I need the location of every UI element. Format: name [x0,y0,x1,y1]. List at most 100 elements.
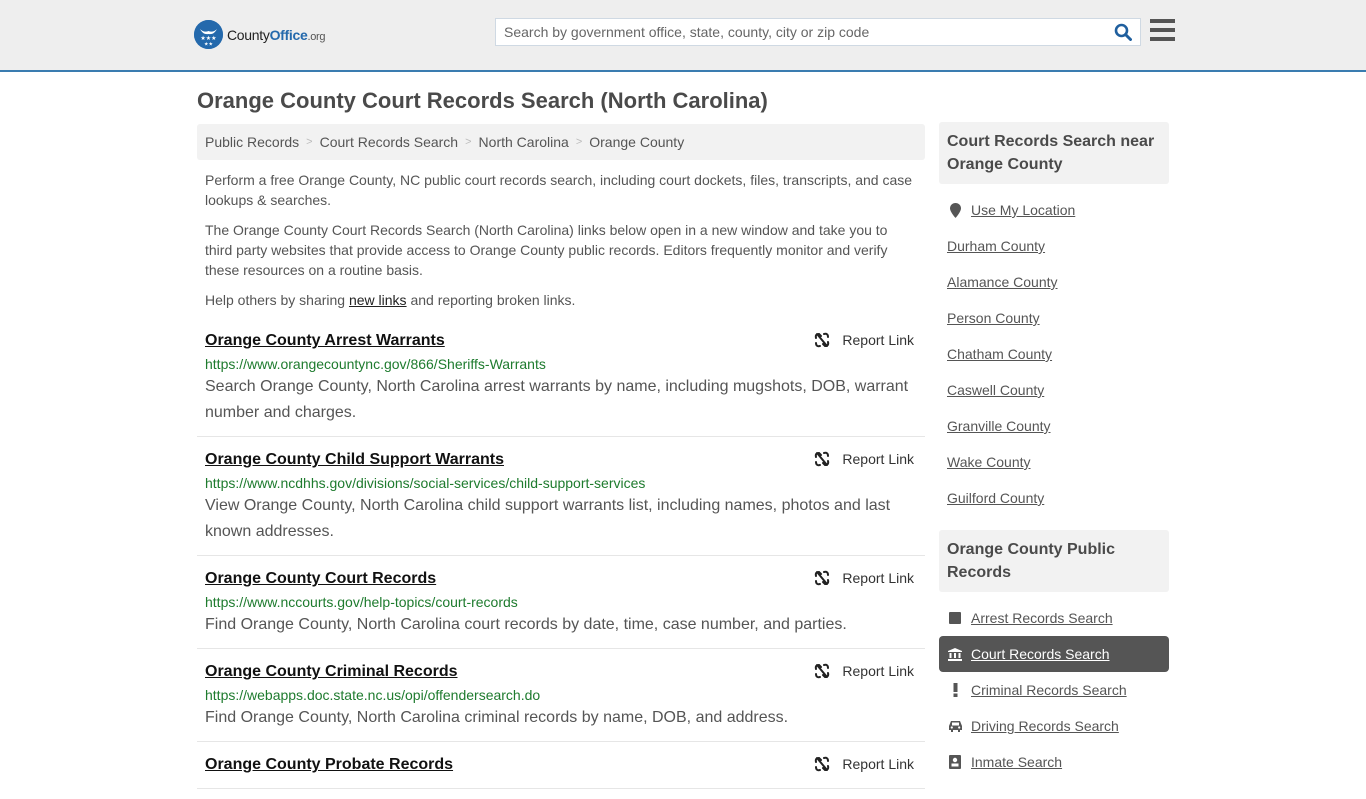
broken-link-icon [815,663,830,679]
intro-text: Perform a free Orange County, NC public … [197,170,925,310]
report-link-button[interactable]: Report Link [814,663,914,679]
result-item: Orange County Arrest Warrants Report Lin… [197,328,925,437]
svg-text:★★: ★★ [204,42,213,48]
county-link[interactable]: Person County [947,310,1040,326]
sidebar-link[interactable]: Arrest Records Search [971,610,1113,626]
result-item: Orange County Child Support Warrants Rep… [197,447,925,556]
sidebar: Court Records Search near Orange County … [939,122,1169,794]
report-link-button[interactable]: Report Link [814,570,914,586]
nearby-county-item[interactable]: Alamance County [939,264,1169,300]
breadcrumb-separator: > [465,136,472,148]
sidebar-item-criminal-records[interactable]: Criminal Records Search [939,672,1169,708]
county-link[interactable]: Chatham County [947,346,1052,362]
main-content: Public Records > Court Records Search > … [197,124,925,799]
logo-text-county: County [227,26,270,43]
sidebar-item-arrest-records[interactable]: Arrest Records Search [939,600,1169,636]
nearby-county-item[interactable]: Wake County [939,444,1169,480]
result-description: Find Orange County, North Carolina crimi… [205,709,789,726]
report-link-button[interactable]: Report Link [814,332,914,348]
results-list: Orange County Arrest Warrants Report Lin… [197,328,925,789]
result-url[interactable]: https://www.nccourts.gov/help-topics/cou… [205,592,917,612]
report-link-label: Report Link [842,332,914,348]
county-link[interactable]: Caswell County [947,382,1044,398]
search-button[interactable] [1106,19,1140,45]
result-description: Search Orange County, North Carolina arr… [205,378,909,421]
county-link[interactable]: Granville County [947,418,1051,434]
report-link-label: Report Link [842,451,914,467]
breadcrumb-public-records[interactable]: Public Records [205,134,299,150]
broken-link-icon [815,570,830,586]
broken-link-icon [815,756,830,772]
result-url[interactable]: https://www.orangecountync.gov/866/Sheri… [205,354,917,374]
result-title-link[interactable]: Orange County Child Support Warrants [205,447,504,473]
county-link[interactable]: Wake County [947,454,1031,470]
use-my-location-item[interactable]: Use My Location [939,192,1169,228]
breadcrumb-orange-county[interactable]: Orange County [589,134,684,150]
square-icon [947,612,963,624]
sidebar-item-court-records[interactable]: Court Records Search [939,636,1169,672]
nearby-county-item[interactable]: Granville County [939,408,1169,444]
logo-text-office: Office [269,26,308,43]
menu-bar [1150,37,1175,41]
breadcrumb: Public Records > Court Records Search > … [197,124,925,160]
site-logo[interactable]: ★★★ ★★ CountyOffice.org [194,20,326,49]
report-link-label: Report Link [842,663,914,679]
menu-bar [1150,19,1175,23]
intro-paragraph-3: Help others by sharing new links and rep… [205,290,917,310]
county-link[interactable]: Guilford County [947,490,1044,506]
result-description: Find Orange County, North Carolina court… [205,616,847,633]
intro-text-segment: Help others by sharing [205,292,349,308]
map-marker-icon [947,202,963,218]
breadcrumb-north-carolina[interactable]: North Carolina [479,134,569,150]
courthouse-icon [947,647,963,661]
result-title-link[interactable]: Orange County Criminal Records [205,659,458,685]
sidebar-link[interactable]: Court Records Search [971,646,1110,662]
result-description: View Orange County, North Carolina child… [205,497,891,540]
county-link[interactable]: Alamance County [947,274,1058,290]
eagle-logo-icon: ★★★ ★★ [194,20,223,49]
nearby-county-item[interactable]: Chatham County [939,336,1169,372]
report-link-button[interactable]: Report Link [814,451,914,467]
public-records-heading: Orange County Public Records [939,530,1169,592]
public-records-list: Arrest Records Search Court Records Sear… [939,592,1169,794]
county-link[interactable]: Durham County [947,238,1045,254]
breadcrumb-separator: > [575,136,583,148]
exclamation-icon [947,683,963,697]
logo-text-tld: .org [307,30,326,43]
intro-text-segment: and reporting broken links. [406,292,576,308]
result-title-link[interactable]: Orange County Arrest Warrants [205,328,445,354]
new-links-link[interactable]: new links [349,292,407,308]
breadcrumb-court-records-search[interactable]: Court Records Search [320,134,459,150]
nearby-heading: Court Records Search near Orange County [939,122,1169,184]
nearby-county-item[interactable]: Durham County [939,228,1169,264]
car-icon [947,720,963,732]
report-link-button[interactable]: Report Link [814,756,914,772]
nearby-county-item[interactable]: Guilford County [939,480,1169,516]
result-title-link[interactable]: Orange County Court Records [205,566,436,592]
sidebar-item-driving-records[interactable]: Driving Records Search [939,708,1169,744]
sidebar-link[interactable]: Criminal Records Search [971,682,1127,698]
hamburger-menu-icon[interactable] [1150,19,1175,41]
intro-paragraph-1: Perform a free Orange County, NC public … [205,172,913,208]
use-my-location-link[interactable]: Use My Location [971,202,1075,218]
menu-bar [1150,28,1175,32]
search-icon [1114,23,1132,41]
result-url[interactable]: https://webapps.doc.state.nc.us/opi/offe… [205,685,917,705]
result-url[interactable]: https://www.ncdhhs.gov/divisions/social-… [205,473,917,493]
search-input[interactable] [496,19,1106,45]
search-bar [495,18,1141,46]
result-item: Orange County Probate Records Report Lin… [197,752,925,789]
result-item: Orange County Criminal Records Report Li… [197,659,925,742]
page-title: Orange County Court Records Search (Nort… [197,88,768,113]
intro-paragraph-2: The Orange County Court Records Search (… [205,222,888,278]
broken-link-icon [815,332,830,348]
breadcrumb-separator: > [306,136,313,148]
logo-wordmark: CountyOffice.org [227,26,326,43]
sidebar-link[interactable]: Driving Records Search [971,718,1119,734]
result-title-link[interactable]: Orange County Probate Records [205,752,453,778]
nearby-county-item[interactable]: Caswell County [939,372,1169,408]
sidebar-item-inmate-search[interactable]: Inmate Search [939,744,1169,780]
nearby-county-item[interactable]: Person County [939,300,1169,336]
result-item: Orange County Court Records Report Link … [197,566,925,649]
broken-link-icon [815,451,830,467]
